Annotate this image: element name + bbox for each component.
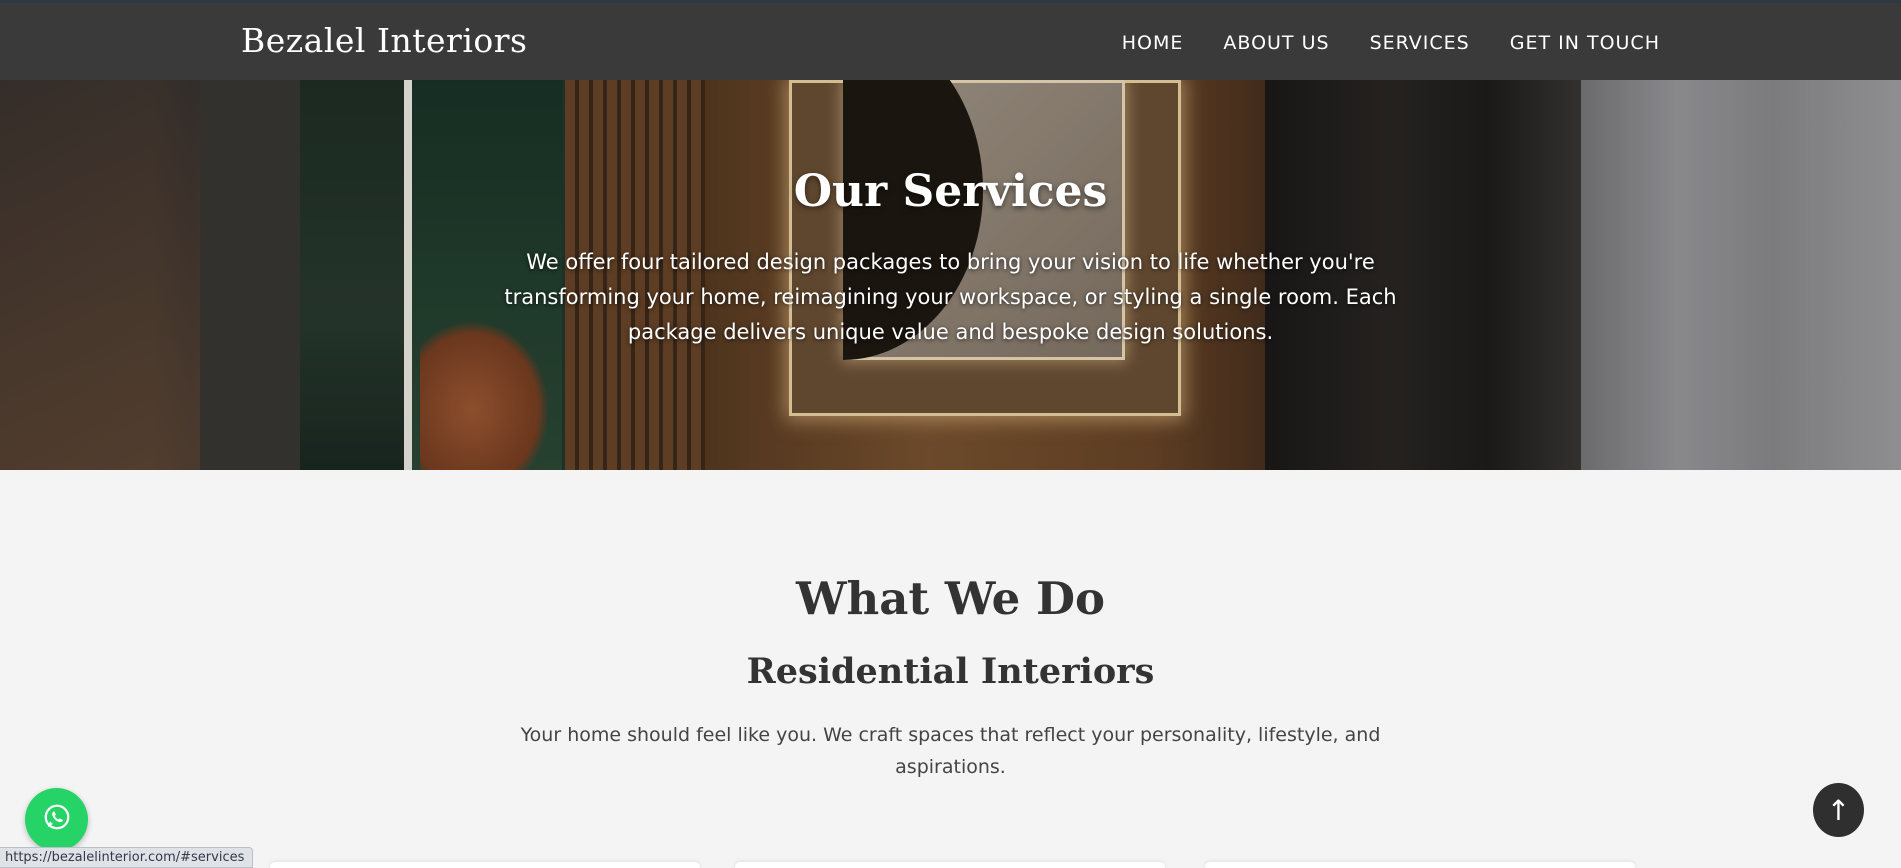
service-card[interactable]: [735, 862, 1165, 868]
service-description: Your home should feel like you. We craft…: [520, 724, 1381, 778]
nav-link-about-us[interactable]: ABOUT US: [1223, 32, 1329, 54]
navbar: Bezalel Interiors HOME ABOUT US SERVICES…: [0, 0, 1901, 80]
nav-link-get-in-touch[interactable]: GET IN TOUCH: [1510, 32, 1660, 54]
nav-link-home[interactable]: HOME: [1122, 32, 1184, 54]
brand-logo[interactable]: Bezalel Interiors: [241, 21, 527, 60]
arrow-up-icon: ↑: [1826, 793, 1851, 827]
scroll-to-top-button[interactable]: ↑: [1813, 783, 1864, 837]
nav-menu: HOME ABOUT US SERVICES GET IN TOUCH: [1122, 3, 1660, 83]
service-card[interactable]: [270, 862, 700, 868]
hero-banner: Our Services We offer four tailored desi…: [0, 80, 1901, 470]
whatsapp-button[interactable]: [25, 788, 88, 851]
service-card[interactable]: [1205, 862, 1635, 868]
hero-title: Our Services: [793, 166, 1108, 217]
section-title: What We Do: [795, 572, 1106, 625]
whatsapp-icon: [42, 802, 72, 837]
nav-link-services[interactable]: SERVICES: [1370, 32, 1470, 54]
status-bar-url: https://bezalelinterior.com/#services: [0, 847, 254, 868]
hero-description: We offer four tailored design packages t…: [504, 250, 1397, 344]
service-title: Residential Interiors: [746, 651, 1155, 692]
